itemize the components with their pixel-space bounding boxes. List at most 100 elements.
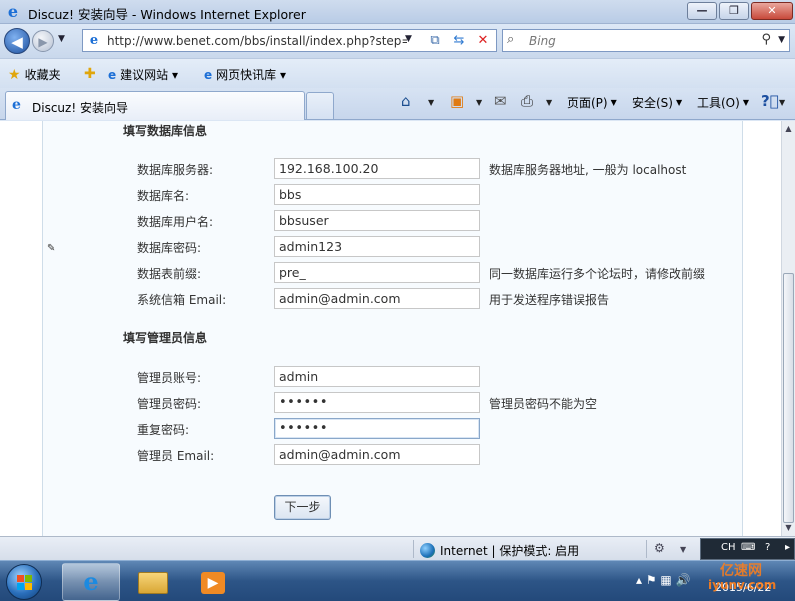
minimize-button[interactable]: — — [687, 2, 717, 20]
print-icon[interactable]: ⎙ — [521, 92, 533, 110]
db-server-input[interactable]: 192.168.100.20 — [274, 158, 480, 179]
refresh-icon[interactable]: ⇆ — [449, 31, 469, 50]
vertical-scrollbar[interactable]: ▲ ▼ — [781, 121, 795, 536]
scroll-up-icon[interactable]: ▲ — [782, 121, 795, 137]
safety-menu[interactable]: 安全(S) ▼ — [632, 94, 682, 111]
suggested-sites-label: 建议网站 ▾ — [120, 68, 178, 82]
print-dropdown-icon[interactable]: ▼ — [546, 98, 552, 107]
back-button[interactable]: ◀ — [4, 28, 30, 54]
tab-bar: e Discuz! 安装向导 ⌂ ▼ ▣ ▼ ✉ ⎙ ▼ 页面(P) ▼ 安全(S… — [0, 88, 795, 120]
watermark-url: iyunv.com — [708, 578, 777, 592]
field-label-db-name: 数据库名: — [137, 189, 190, 203]
admin-account-input[interactable]: admin — [274, 366, 480, 387]
db-password-input[interactable]: admin123 — [274, 236, 480, 257]
field-label-admin-account: 管理员账号: — [137, 371, 202, 385]
rss-dropdown-icon[interactable]: ▼ — [476, 98, 482, 107]
help-icon[interactable]: ?⃝ — [761, 92, 779, 110]
field-label-admin-email: 管理员 Email: — [137, 449, 215, 463]
media-player-icon: ▶ — [201, 572, 225, 594]
taskbar-media-player-button[interactable]: ▶ — [184, 563, 242, 601]
search-dropdown-icon[interactable]: ▼ — [778, 35, 785, 45]
watermark-text: 亿速网 — [720, 563, 762, 579]
tab-label: Discuz! 安装向导 — [32, 101, 128, 115]
repeat-password-input[interactable]: •••••• — [274, 418, 480, 439]
ime-language-bar[interactable]: CH ⌨ ? ▸ — [700, 538, 795, 560]
taskbar-explorer-button[interactable] — [124, 563, 182, 601]
maximize-button[interactable]: ❐ — [719, 2, 749, 20]
ime-options-icon[interactable]: ▸ — [785, 542, 790, 553]
admin-password-input[interactable]: •••••• — [274, 392, 480, 413]
folder-icon — [138, 572, 168, 594]
navigation-bar: ◀ ▶ ▼ e http://www.benet.com/bbs/install… — [0, 24, 795, 58]
add-favorite-icon: ✚ — [84, 66, 96, 82]
window-controls: — ❐ ✕ — [687, 2, 793, 20]
ie-taskbar-icon: e — [83, 567, 99, 596]
url-text[interactable]: http://www.benet.com/bbs/install/index.p… — [107, 34, 407, 48]
taskbar: e ▶ ▴ ⚑ ▦ 🔊 2015/6/22 — [0, 560, 795, 601]
windows-flag-icon — [17, 575, 32, 590]
search-input[interactable]: Bing — [529, 34, 556, 48]
next-step-button[interactable]: 下一步 — [274, 495, 331, 520]
favorites-star-icon: ★ — [8, 66, 21, 83]
keyboard-icon[interactable]: ⌨ — [741, 542, 755, 553]
taskbar-ie-button[interactable]: e — [62, 563, 120, 601]
rss-feed-icon[interactable]: ▣ — [450, 92, 464, 110]
history-dropdown-icon[interactable]: ▼ — [58, 34, 65, 44]
protected-mode-icon[interactable]: ⚙ — [654, 541, 665, 555]
favorites-label: 收藏夹 — [24, 68, 61, 82]
tray-icons[interactable]: ▴ ⚑ ▦ 🔊 — [636, 573, 691, 587]
scroll-thumb[interactable] — [783, 273, 794, 523]
forward-button[interactable]: ▶ — [32, 30, 54, 52]
status-bar: Internet | 保护模式: 启用 ⚙ ▼ — [0, 536, 795, 560]
favorites-button[interactable]: ★ 收藏夹 — [8, 66, 61, 83]
security-zone[interactable]: Internet | 保护模式: 启用 — [420, 542, 579, 559]
system-email-hint: 用于发送程序错误报告 — [489, 293, 610, 307]
window-title: Discuz! 安装向导 - Windows Internet Explorer — [28, 7, 306, 22]
address-dropdown-icon[interactable]: ▼ — [405, 34, 412, 44]
ie-logo-icon: e — [7, 2, 19, 21]
zoom-dropdown-icon[interactable]: ▼ — [680, 545, 686, 554]
page-menu[interactable]: 页面(P) ▼ — [567, 94, 617, 111]
search-box[interactable]: ⌕ Bing ⚲ ▼ — [502, 29, 790, 52]
ime-help-icon[interactable]: ? — [765, 542, 770, 553]
table-prefix-input[interactable]: pre_ — [274, 262, 480, 283]
db-name-input[interactable]: bbs — [274, 184, 480, 205]
tools-menu-label: 工具(O) — [697, 96, 740, 110]
home-dropdown-icon[interactable]: ▼ — [428, 98, 434, 107]
field-label-db-server: 数据库服务器: — [137, 163, 214, 177]
stop-icon[interactable]: ✕ — [473, 31, 493, 50]
ime-language-label: CH — [721, 542, 736, 553]
web-slice-label: 网页快讯库 ▾ — [216, 68, 286, 82]
suggested-sites-link[interactable]: e 建议网站 ▾ — [108, 66, 178, 83]
field-label-db-password: 数据库密码: — [137, 241, 202, 255]
db-user-input[interactable]: bbsuser — [274, 210, 480, 231]
compat-view-icon[interactable]: ⧉ — [425, 31, 445, 50]
search-provider-icon: ⌕ — [507, 32, 515, 47]
web-slice-icon: e — [204, 67, 213, 82]
page-dropdown-icon: ▼ — [610, 98, 617, 107]
search-icon[interactable]: ⚲ — [761, 32, 771, 47]
admin-email-input[interactable]: admin@admin.com — [274, 444, 480, 465]
db-server-hint: 数据库服务器地址, 一般为 localhost — [489, 163, 687, 177]
field-label-db-user: 数据库用户名: — [137, 215, 214, 229]
mail-icon[interactable]: ✉ — [494, 92, 507, 110]
system-email-input[interactable]: admin@admin.com — [274, 288, 480, 309]
field-label-system-email: 系统信箱 Email: — [137, 293, 227, 307]
help-dropdown-icon[interactable]: ▼ — [779, 98, 785, 107]
tools-dropdown-icon: ▼ — [742, 98, 749, 107]
new-tab-button[interactable] — [306, 92, 334, 119]
web-slice-gallery-link[interactable]: e 网页快讯库 ▾ — [204, 66, 286, 83]
address-bar[interactable]: e http://www.benet.com/bbs/install/index… — [82, 29, 497, 52]
admin-section-title: 填写管理员信息 — [123, 331, 208, 345]
security-zone-label: Internet | 保护模式: 启用 — [440, 544, 580, 558]
field-label-repeat-password: 重复密码: — [137, 423, 190, 437]
scroll-down-icon[interactable]: ▼ — [782, 520, 795, 536]
home-icon[interactable]: ⌂ — [401, 92, 411, 110]
close-button[interactable]: ✕ — [751, 2, 793, 20]
safety-dropdown-icon: ▼ — [675, 98, 683, 107]
suggested-sites-icon: e — [108, 67, 117, 82]
add-favorite-button[interactable]: ✚ — [84, 66, 96, 82]
tab-discuz-install[interactable]: e Discuz! 安装向导 — [5, 91, 305, 120]
tools-menu[interactable]: 工具(O) ▼ — [697, 94, 749, 111]
start-button[interactable] — [6, 564, 42, 600]
